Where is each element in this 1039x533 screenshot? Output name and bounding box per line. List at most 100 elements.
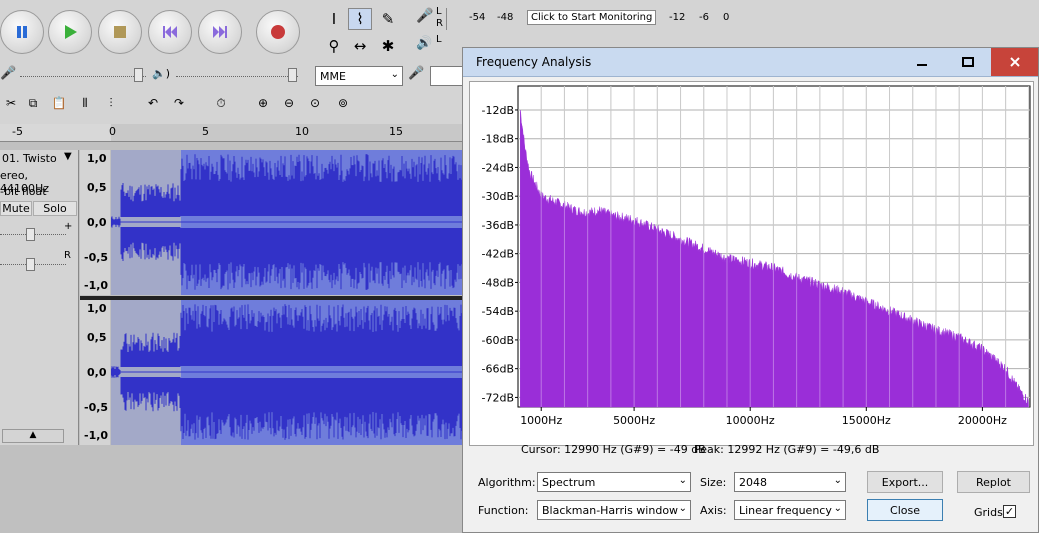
chevron-down-icon: ▼ [64, 151, 72, 162]
timeshift-tool-icon[interactable]: ↔ [348, 35, 372, 57]
function-value: Blackman-Harris window [542, 503, 679, 517]
track-name-menu[interactable]: 01. Twisto ▼ [0, 151, 78, 166]
algorithm-select[interactable]: Spectrum ⌄ [537, 472, 691, 492]
collapse-track-button[interactable]: ▲ [2, 429, 64, 443]
fit-selection-icon[interactable]: ⊙ [304, 93, 326, 113]
playback-volume-slider[interactable] [176, 76, 298, 79]
replot-button[interactable]: Replot [957, 471, 1030, 493]
record-icon [271, 25, 285, 39]
dialog-title: Frequency Analysis [476, 55, 592, 69]
export-button[interactable]: Export... [867, 471, 943, 493]
y-tick-label: -30dB [482, 190, 515, 203]
zoom-out-icon[interactable]: ⊖ [278, 93, 300, 113]
stop-button[interactable] [98, 10, 142, 54]
recording-device-select[interactable] [430, 66, 464, 86]
record-volume-slider[interactable] [20, 76, 146, 79]
y-tick-label: -12dB [482, 104, 515, 117]
play-meter-icon[interactable]: 🔊 [416, 36, 432, 51]
envelope-tool-icon[interactable]: ⌇ [348, 8, 372, 30]
multi-tool-icon[interactable]: ✱ [376, 35, 400, 57]
play-button[interactable] [48, 10, 92, 54]
timeline-ruler[interactable]: -5 0 5 10 15 [0, 124, 465, 142]
scale-label: 0,0 [87, 366, 107, 379]
mute-button[interactable]: Mute [0, 201, 32, 216]
meter-tick: -54 [469, 12, 486, 23]
axis-select[interactable]: Linear frequency ⌄ [734, 500, 846, 520]
close-icon [1009, 57, 1020, 67]
function-label: Function: [478, 504, 529, 517]
zoom-in-icon[interactable]: ⊕ [252, 93, 274, 113]
minimize-icon [917, 64, 927, 66]
skip-start-button[interactable] [148, 10, 192, 54]
spectrum-plot-frame[interactable]: -12dB -18dB -24dB -30dB -36dB -42dB -48dB -54dB… [469, 81, 1034, 446]
track-name: 01. Twisto [2, 152, 57, 165]
spectrum-chart[interactable]: -12dB -18dB -24dB -30dB -36dB -42dB -48dB -54dB… [470, 82, 1033, 445]
redo-icon[interactable]: ↷ [168, 93, 190, 113]
meter-tick: 0 [723, 12, 730, 23]
record-meter[interactable]: -54 -48 Click to Start Monitoring -12 -6… [446, 8, 736, 30]
ruler-tick-label: 5 [202, 125, 209, 138]
scale-label: 1,0 [87, 302, 107, 315]
track-control-panel[interactable]: 01. Twisto ▼ ereo, 44100Hz -bit float Mu… [0, 150, 79, 445]
waveform-svg [111, 150, 465, 295]
chevron-down-icon: ⌄ [678, 503, 687, 514]
waveform-right-channel[interactable] [111, 300, 465, 445]
close-window-button[interactable] [991, 48, 1038, 76]
play-icon [65, 25, 77, 39]
minimize-button[interactable] [899, 48, 945, 76]
dialog-titlebar[interactable]: Frequency Analysis [463, 48, 1038, 77]
playback-volume-thumb[interactable] [288, 68, 297, 82]
start-monitoring-label[interactable]: Click to Start Monitoring [527, 10, 657, 25]
silence-icon[interactable]: ⫶ [100, 93, 122, 113]
pause-icon [17, 26, 27, 38]
size-select[interactable]: 2048 ⌄ [734, 472, 846, 492]
axis-value: Linear frequency [739, 503, 832, 517]
maximize-button[interactable] [945, 48, 991, 76]
empty-track-area[interactable] [0, 447, 465, 533]
skip-end-button[interactable] [198, 10, 242, 54]
draw-tool-icon[interactable]: ✎ [376, 8, 400, 30]
fit-project-icon[interactable]: ⊚ [332, 93, 354, 113]
record-button[interactable] [256, 10, 300, 54]
cut-icon[interactable]: ✂ [0, 93, 22, 113]
mic-volume-icon: 🎤 [0, 66, 17, 81]
pan-right-label: R [64, 250, 71, 261]
solo-button[interactable]: Solo [33, 201, 77, 216]
pan-thumb[interactable] [26, 258, 35, 271]
audio-host-select[interactable]: MME ⌄ [315, 66, 403, 86]
close-button[interactable]: Close [867, 499, 943, 521]
skip-start-icon [163, 26, 177, 38]
meter-L-label: L [436, 6, 442, 17]
copy-icon[interactable]: ⧉ [22, 93, 44, 113]
function-select[interactable]: Blackman-Harris window ⌄ [537, 500, 691, 520]
selection-tool-icon[interactable]: I [322, 8, 346, 30]
algorithm-value: Spectrum [542, 475, 596, 489]
y-tick-label: -72dB [482, 391, 515, 404]
gain-thumb[interactable] [26, 228, 35, 241]
gain-plus-label: + [64, 221, 73, 232]
pause-button[interactable] [0, 10, 44, 54]
y-tick-label: -36dB [482, 219, 515, 232]
frequency-analysis-dialog[interactable]: Frequency Analysis -12dB -18dB -24dB -30dB -… [462, 47, 1039, 533]
ruler-tick-label: 10 [295, 125, 309, 138]
chevron-down-icon: ⌄ [833, 503, 842, 514]
y-tick-label: -18dB [482, 133, 515, 146]
record-volume-thumb[interactable] [134, 68, 143, 82]
sync-lock-icon[interactable]: ⏱ [210, 93, 232, 113]
axis-label: Axis: [700, 504, 727, 517]
ruler-tick-label: 0 [109, 125, 116, 138]
x-tick-label: 20000Hz [958, 414, 1007, 427]
scale-label: -1,0 [84, 279, 109, 292]
meter-tick: -12 [669, 12, 686, 23]
ruler-track-area [111, 124, 465, 141]
paste-icon[interactable]: 📋 [48, 93, 70, 113]
zoom-tool-icon[interactable]: ⚲ [322, 35, 346, 57]
undo-icon[interactable]: ↶ [142, 93, 164, 113]
grids-checkbox[interactable]: ✓ [1003, 505, 1016, 518]
chevron-up-icon: ▲ [29, 430, 37, 440]
waveform-left-channel[interactable] [111, 150, 465, 295]
speaker-volume-icon: 🔈) [152, 67, 170, 80]
trim-icon[interactable]: ⫴ [74, 93, 96, 113]
algorithm-label: Algorithm: [478, 476, 536, 489]
record-meter-icon[interactable]: 🎤 [416, 8, 433, 24]
